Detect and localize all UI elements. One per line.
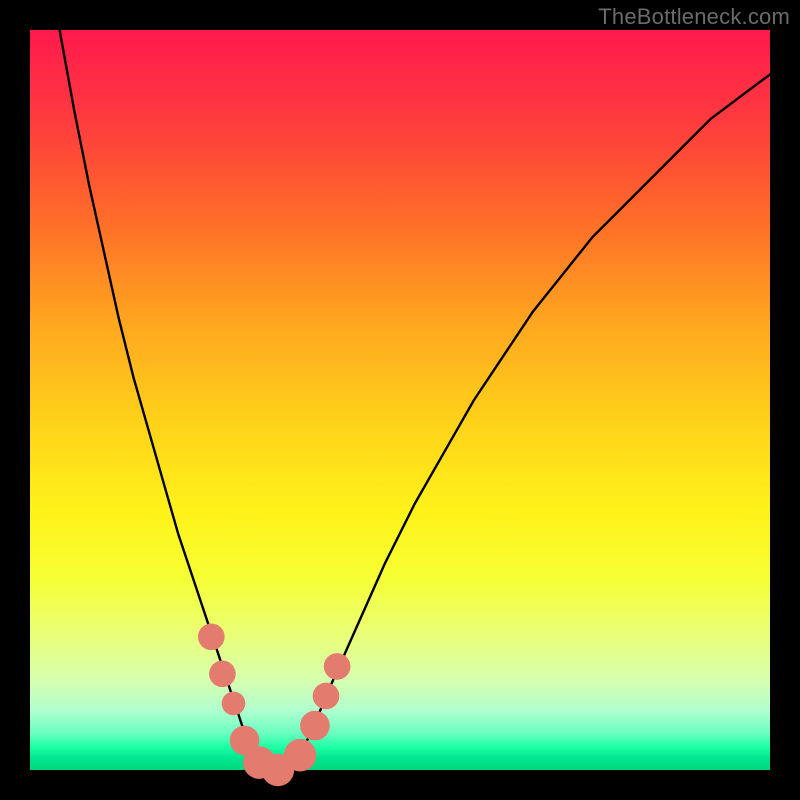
data-marker <box>209 660 236 687</box>
data-marker <box>300 711 330 741</box>
chart-frame: TheBottleneck.com <box>0 0 800 800</box>
curve-group <box>60 30 770 770</box>
watermark-text: TheBottleneck.com <box>598 4 790 30</box>
data-marker <box>222 692 246 716</box>
data-marker <box>324 653 351 680</box>
data-marker <box>313 683 340 710</box>
data-marker <box>198 623 225 650</box>
plot-area <box>30 30 770 770</box>
data-marker <box>284 739 317 772</box>
marker-group <box>198 623 350 786</box>
curve-svg <box>30 30 770 770</box>
bottleneck-curve <box>60 30 770 770</box>
